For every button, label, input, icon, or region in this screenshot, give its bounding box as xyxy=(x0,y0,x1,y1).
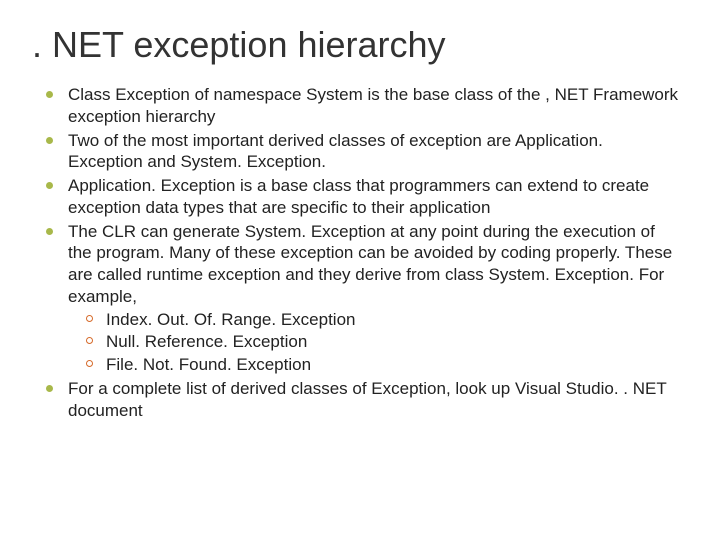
bullet-icon xyxy=(46,137,53,144)
bullet-list: Class Exception of namespace System is t… xyxy=(40,84,680,421)
sub-bullet-text: Null. Reference. Exception xyxy=(106,332,307,351)
list-item: Application. Exception is a base class t… xyxy=(40,175,680,219)
sub-bullet-text: File. Not. Found. Exception xyxy=(106,355,311,374)
sub-bullet-icon xyxy=(86,360,93,367)
list-item: File. Not. Found. Exception xyxy=(82,354,680,376)
list-item: The CLR can generate System. Exception a… xyxy=(40,221,680,376)
page-title: . NET exception hierarchy xyxy=(32,24,680,66)
bullet-icon xyxy=(46,228,53,235)
bullet-text: Application. Exception is a base class t… xyxy=(68,176,649,217)
bullet-text: For a complete list of derived classes o… xyxy=(68,379,666,420)
sub-bullet-text: Index. Out. Of. Range. Exception xyxy=(106,310,355,329)
bullet-icon xyxy=(46,91,53,98)
list-item: Class Exception of namespace System is t… xyxy=(40,84,680,128)
list-item: Two of the most important derived classe… xyxy=(40,130,680,174)
bullet-icon xyxy=(46,385,53,392)
list-item: Null. Reference. Exception xyxy=(82,331,680,353)
list-item: For a complete list of derived classes o… xyxy=(40,378,680,422)
slide: . NET exception hierarchy Class Exceptio… xyxy=(0,0,720,540)
sub-bullet-icon xyxy=(86,315,93,322)
sub-bullet-list: Index. Out. Of. Range. Exception Null. R… xyxy=(82,309,680,376)
list-item: Index. Out. Of. Range. Exception xyxy=(82,309,680,331)
bullet-icon xyxy=(46,182,53,189)
bullet-text: Class Exception of namespace System is t… xyxy=(68,85,678,126)
sub-bullet-icon xyxy=(86,337,93,344)
bullet-text: The CLR can generate System. Exception a… xyxy=(68,222,672,306)
bullet-text: Two of the most important derived classe… xyxy=(68,131,603,172)
